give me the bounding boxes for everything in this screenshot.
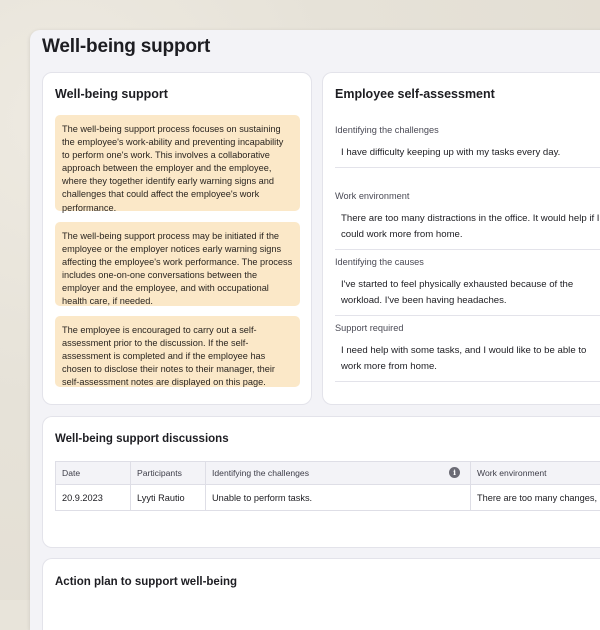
assessment-text: I have difficulty keeping up with my tas… [335,145,600,168]
column-header-date[interactable]: Date [56,462,131,485]
info-note: The employee is encouraged to carry out … [55,316,300,387]
cell-environment: There are too many changes, [471,485,600,511]
cell-participants: Lyyti Rautio [131,485,206,511]
assessment-item: Identifying the causes I've started to f… [335,257,600,316]
assessment-card-title: Employee self-assessment [335,87,495,101]
support-info-card: Well-being support The well-being suppor… [42,72,312,405]
column-header-participants[interactable]: Participants [131,462,206,485]
assessment-label: Support required [335,323,600,333]
info-icon[interactable]: i [449,467,460,478]
table-row[interactable]: 20.9.2023 Lyyti Rautio Unable to perform… [56,485,600,511]
discussions-card-title: Well-being support discussions [55,433,229,445]
info-note: The well-being support process may be in… [55,222,300,306]
table-header-row: Date Participants Identifying the challe… [56,462,600,485]
self-assessment-card: Employee self-assessment Identifying the… [322,72,600,405]
column-header-challenges[interactable]: Identifying the challenges i [206,462,471,485]
discussions-card: Well-being support discussions Date Part… [42,416,600,548]
assessment-item: Identifying the challenges I have diffic… [335,125,600,168]
action-plan-card: Action plan to support well-being [42,558,600,630]
support-card-title: Well-being support [55,87,168,101]
assessment-item: Work environment There are too many dist… [335,191,600,250]
assessment-text: There are too many distractions in the o… [335,211,600,250]
info-note: The well-being support process focuses o… [55,115,300,211]
discussions-table: Date Participants Identifying the challe… [55,461,600,511]
assessment-label: Work environment [335,191,600,201]
action-plan-title: Action plan to support well-being [55,576,237,588]
assessment-label: Identifying the challenges [335,125,600,135]
cell-date: 20.9.2023 [56,485,131,511]
column-header-environment[interactable]: Work environment [471,462,600,485]
app-window: Well-being support Well-being support Th… [30,30,600,630]
assessment-label: Identifying the causes [335,257,600,267]
assessment-item: Support required I need help with some t… [335,323,600,382]
assessment-text: I've started to feel physically exhauste… [335,277,600,316]
assessment-text: I need help with some tasks, and I would… [335,343,600,382]
column-header-challenges-label: Identifying the challenges [212,468,309,478]
page-title: Well-being support [42,36,210,58]
cell-challenges: Unable to perform tasks. [206,485,471,511]
